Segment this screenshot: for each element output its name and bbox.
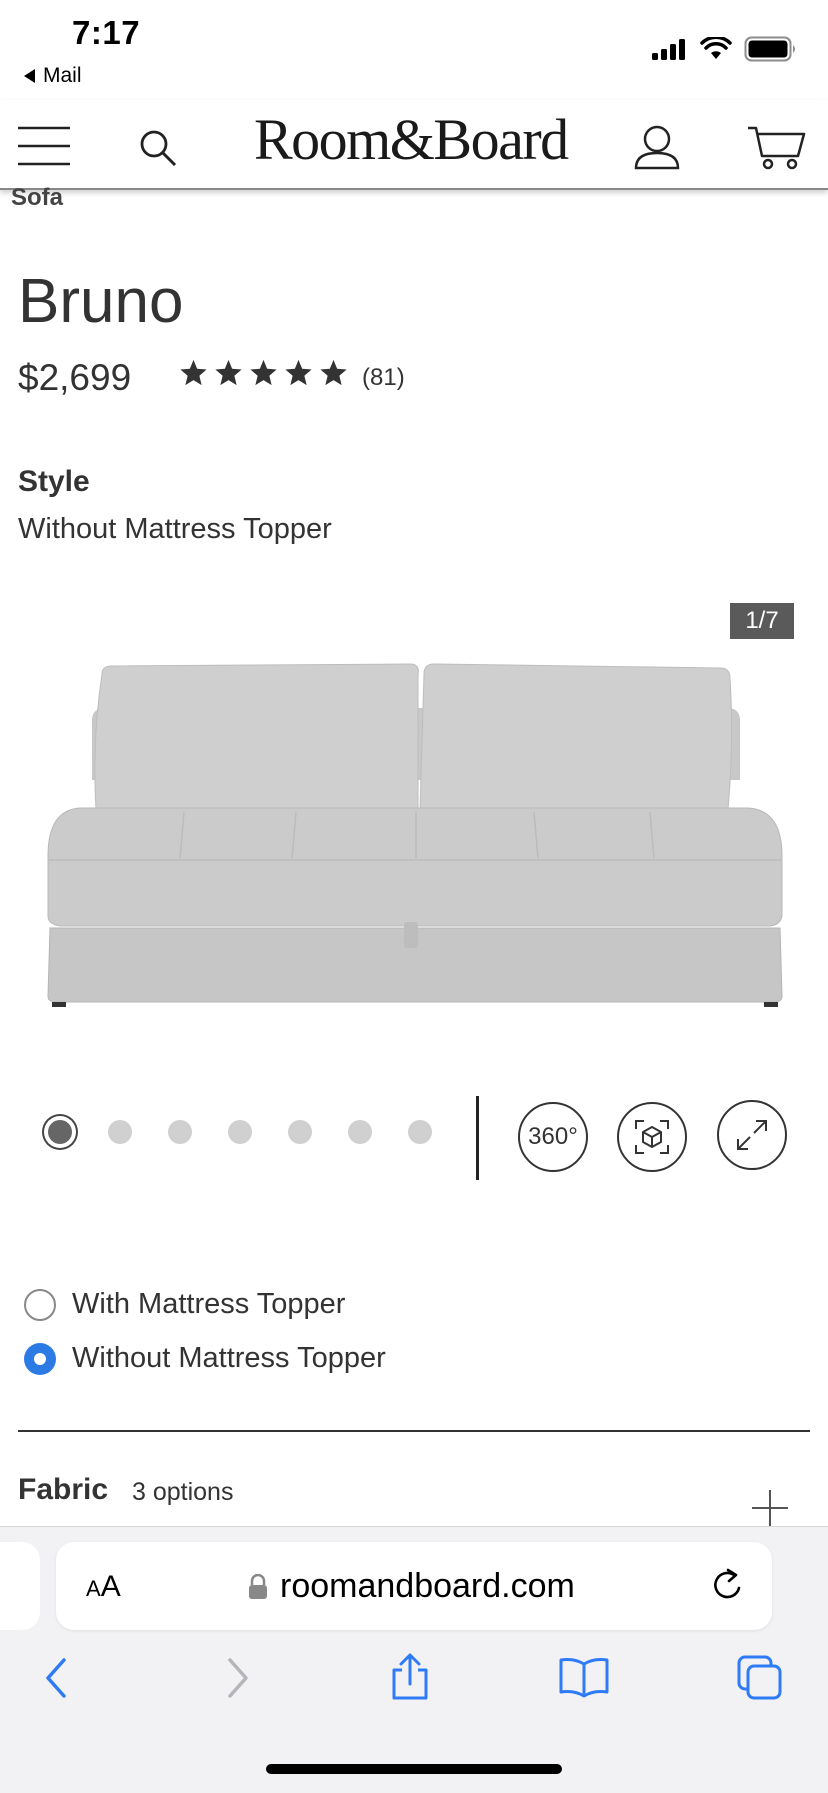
product-image-sofa[interactable] xyxy=(40,660,790,1010)
image-counter-badge: 1/7 xyxy=(730,603,794,639)
carousel-dot[interactable] xyxy=(288,1120,312,1144)
battery-icon xyxy=(744,36,795,62)
expand-plus-icon[interactable] xyxy=(750,1488,790,1528)
status-time: 7:17 xyxy=(72,14,141,51)
text-size-small-a: A xyxy=(86,1576,101,1601)
breadcrumb[interactable]: Sofa xyxy=(11,184,63,212)
radio-option-with-topper[interactable]: With Mattress Topper xyxy=(24,1288,345,1321)
radio-button[interactable] xyxy=(24,1288,56,1321)
back-arrow-icon[interactable] xyxy=(42,1656,72,1700)
ar-cube-icon xyxy=(635,1120,669,1154)
fabric-options-count: 3 options xyxy=(132,1478,234,1506)
review-count[interactable]: (81) xyxy=(362,364,405,392)
ar-view-button[interactable] xyxy=(617,1102,687,1172)
previous-tab-preview[interactable] xyxy=(0,1542,40,1630)
fabric-label[interactable]: Fabric xyxy=(18,1473,108,1507)
carousel-divider xyxy=(476,1096,479,1180)
radio-label: Without Mattress Topper xyxy=(72,1342,386,1374)
url-display[interactable]: roomandboard.com xyxy=(248,1567,575,1606)
star-icon xyxy=(215,359,242,386)
search-icon[interactable] xyxy=(138,128,178,168)
lock-icon xyxy=(249,1573,267,1599)
wifi-icon xyxy=(700,37,732,59)
reload-icon[interactable] xyxy=(708,1566,746,1604)
style-label: Style xyxy=(18,465,90,498)
site-logo[interactable]: Room&Board xyxy=(254,106,569,173)
radio-label: With Mattress Topper xyxy=(72,1288,346,1320)
carousel-dot-active[interactable] xyxy=(48,1120,72,1144)
share-icon[interactable] xyxy=(388,1652,432,1702)
product-price: $2,699 xyxy=(18,357,132,398)
carousel-dot[interactable] xyxy=(228,1120,252,1144)
menu-icon[interactable] xyxy=(18,124,70,168)
carousel-dot[interactable] xyxy=(348,1120,372,1144)
star-icon xyxy=(250,359,277,386)
view-360-label: 360° xyxy=(528,1123,578,1150)
carousel-dot[interactable] xyxy=(108,1120,132,1144)
radio-button-selected[interactable] xyxy=(24,1342,56,1375)
fullscreen-button[interactable] xyxy=(717,1100,787,1170)
carousel-dot[interactable] xyxy=(408,1120,432,1144)
url-text: roomandboard.com xyxy=(280,1567,575,1605)
account-icon[interactable] xyxy=(634,124,680,170)
carousel-dot[interactable] xyxy=(168,1120,192,1144)
home-indicator xyxy=(266,1764,562,1774)
cellular-signal-icon xyxy=(652,39,685,60)
star-icon xyxy=(180,359,207,386)
back-to-mail-label: Mail xyxy=(43,64,82,87)
tabs-icon[interactable] xyxy=(736,1654,784,1702)
expand-icon xyxy=(737,1120,767,1150)
status-icons xyxy=(652,36,798,62)
radio-option-without-topper[interactable]: Without Mattress Topper xyxy=(24,1342,386,1375)
back-triangle-icon xyxy=(24,69,35,83)
text-size-large-a: A xyxy=(100,1570,121,1603)
view-360-button[interactable]: 360° xyxy=(518,1102,588,1172)
carousel-dots xyxy=(44,1120,468,1144)
product-title: Bruno xyxy=(18,267,184,336)
cart-icon[interactable] xyxy=(746,124,806,170)
star-icon xyxy=(320,359,347,386)
style-value: Without Mattress Topper xyxy=(18,513,332,545)
rating-stars[interactable] xyxy=(178,358,349,388)
bookmarks-icon[interactable] xyxy=(558,1656,610,1698)
back-to-mail-link[interactable]: Mail xyxy=(24,64,82,88)
forward-arrow-icon[interactable] xyxy=(222,1656,252,1700)
section-divider xyxy=(18,1430,810,1432)
text-size-button[interactable]: AA xyxy=(86,1570,121,1604)
star-icon xyxy=(285,359,312,386)
